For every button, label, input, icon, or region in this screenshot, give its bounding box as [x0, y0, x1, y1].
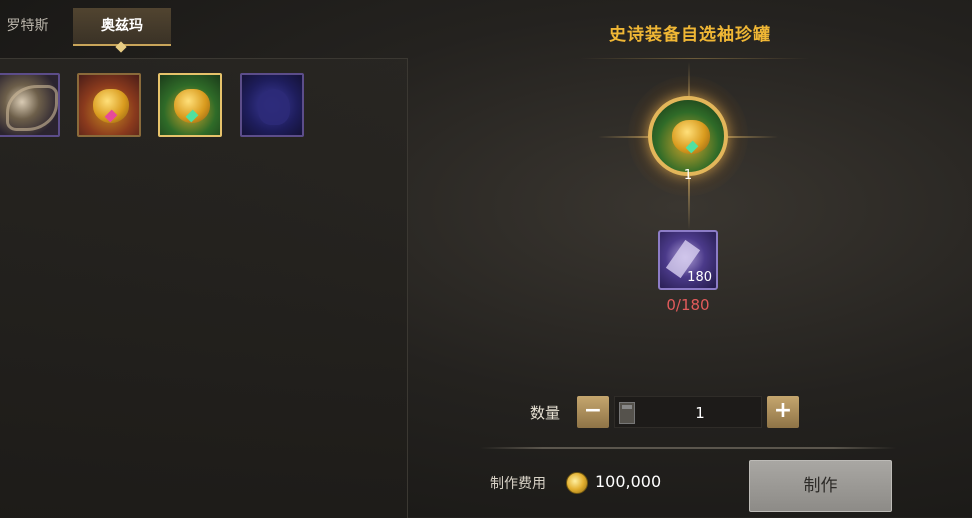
result-count: 1 — [683, 168, 693, 183]
cost-value: 100,000 — [595, 472, 662, 491]
tab-lotus[interactable]: 罗特斯 — [0, 8, 55, 44]
item-slot-selected[interactable] — [158, 73, 222, 137]
blue-ghost-icon — [258, 89, 290, 125]
material-progress: 0/180 — [666, 296, 710, 314]
gold-coin-icon — [566, 472, 588, 494]
cost-label: 制作费用 — [490, 476, 546, 492]
feather-creature-icon — [6, 85, 58, 131]
quantity-value: 1 — [695, 404, 705, 422]
quantity-label: 数量 — [530, 404, 561, 422]
quantity-minus-button[interactable]: − — [577, 396, 609, 428]
item-slot[interactable] — [0, 73, 60, 137]
craft-button[interactable]: 制作 — [749, 460, 892, 512]
quantity-plus-button[interactable]: + — [767, 396, 799, 428]
divider — [480, 447, 896, 449]
item-slot[interactable] — [77, 73, 141, 137]
title-divider — [580, 58, 810, 59]
quantity-input[interactable]: 1 — [614, 396, 762, 428]
result-item[interactable] — [648, 96, 728, 176]
material-slot[interactable]: 180 — [658, 230, 718, 290]
item-grid — [0, 73, 407, 139]
material-count: 180 — [687, 270, 712, 285]
tab-ozma[interactable]: 奥兹玛 — [73, 8, 171, 53]
recipe-title: 史诗装备自选袖珍罐 — [609, 25, 771, 45]
active-tab-diamond-icon — [115, 41, 127, 53]
item-slot[interactable] — [240, 73, 304, 137]
tab-bar: 罗特斯 奥兹玛 — [0, 0, 407, 53]
calculator-icon[interactable] — [619, 402, 635, 424]
tab-ozma-label: 奥兹玛 — [101, 18, 143, 34]
